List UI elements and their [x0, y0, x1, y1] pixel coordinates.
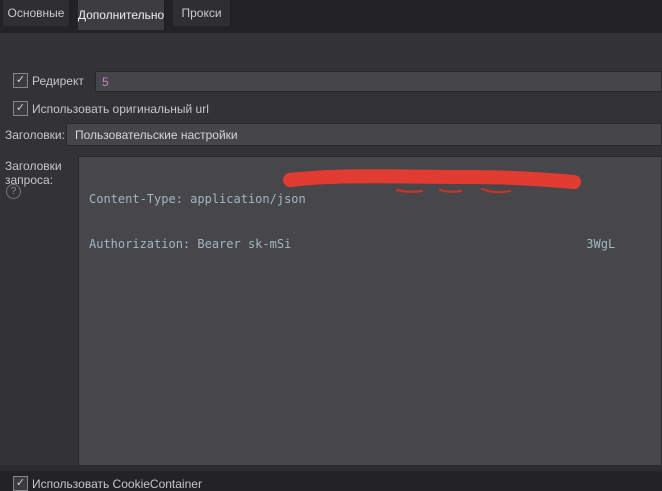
header-line-authorization: Authorization: Bearer sk-mSi 3WgL: [89, 237, 661, 252]
redirect-checkbox[interactable]: ✓: [13, 73, 28, 88]
header-line-content-type: Content-Type: application/json: [89, 192, 306, 206]
use-original-url-label: Использовать оригинальный url: [32, 102, 209, 116]
headers-preset-label: Заголовки:: [5, 128, 65, 142]
request-headers-label: Заголовки запроса:: [5, 159, 62, 187]
use-cookie-container-label: Использовать CookieContainer: [32, 477, 202, 491]
redacted-token-area: [291, 247, 586, 248]
headers-preset-select[interactable]: Пользовательские настройки: [66, 123, 662, 146]
tab-proxy[interactable]: Прокси: [173, 0, 231, 26]
use-original-url-checkbox[interactable]: ✓: [13, 101, 28, 116]
advanced-settings-panel: ✓ Редирект ✓ Использовать оригинальный u…: [0, 33, 662, 491]
use-cookie-container-checkbox[interactable]: ✓: [13, 476, 28, 491]
tab-advanced[interactable]: Дополнительно: [78, 0, 165, 30]
headers-preset-selected-value: Пользовательские настройки: [75, 127, 238, 142]
tab-basic[interactable]: Основные: [3, 0, 70, 26]
redirect-count-input[interactable]: [95, 71, 662, 92]
settings-tabbar: Основные Дополнительно Прокси: [0, 0, 662, 33]
authorization-prefix: Authorization: Bearer sk-mSi: [89, 237, 292, 251]
question-icon[interactable]: ?: [6, 184, 21, 199]
redirect-label: Редирект: [32, 74, 84, 88]
authorization-suffix: 3WgL: [586, 237, 616, 251]
window-bottom-edge: [0, 465, 662, 471]
request-headers-textarea[interactable]: Content-Type: application/json Authoriza…: [78, 156, 662, 466]
